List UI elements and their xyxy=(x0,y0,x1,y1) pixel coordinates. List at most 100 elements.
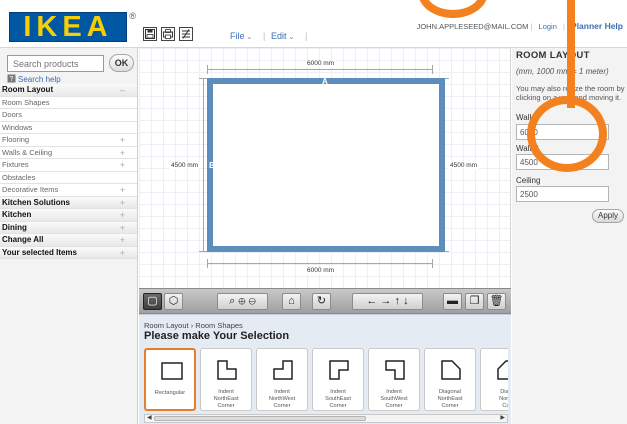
delete-button[interactable]: 🗑 xyxy=(487,293,506,310)
zoom-fit-icon[interactable]: ⌕ xyxy=(229,295,235,307)
left-dimension-line xyxy=(203,78,204,252)
indent-sw-shape-icon xyxy=(385,360,405,380)
room-outline[interactable] xyxy=(207,78,445,252)
expand-icon[interactable]: + xyxy=(120,209,125,222)
breadcrumb: Room Layout › Room Shapes xyxy=(144,321,243,330)
indent-se-shape-icon xyxy=(329,360,349,380)
shape-list: Rectangular Indent NorthEast Corner Inde… xyxy=(144,348,508,413)
sidebar-item-kitchen[interactable]: Kitchen + xyxy=(0,209,137,222)
shape-label: Indent NorthWest Corner xyxy=(268,389,296,409)
shape-diagonal-northwest[interactable]: Diag North Co xyxy=(480,348,508,411)
sidebar-item-windows[interactable]: Windows xyxy=(0,121,137,134)
expand-icon[interactable]: + xyxy=(120,247,125,260)
horizontal-scrollbar[interactable]: ◀ ▶ xyxy=(144,414,508,423)
zoom-out-icon[interactable]: ⊖ xyxy=(249,295,256,307)
dimension-tick xyxy=(432,259,433,268)
measure-button[interactable]: ▬ xyxy=(443,293,462,310)
sidebar-item-label: Your selected Items xyxy=(2,247,77,257)
sidebar-item-label: Fixtures xyxy=(2,160,29,169)
collapse-icon[interactable]: – xyxy=(120,84,125,97)
right-dimension-label: 4500 mm xyxy=(448,162,480,169)
sidebar-item-room-shapes[interactable]: Room Shapes xyxy=(0,96,137,109)
3d-view-button[interactable]: ⬡ xyxy=(164,293,183,310)
shape-indent-southwest[interactable]: Indent SouthWest Corner xyxy=(368,348,420,411)
sidebar-item-change-all[interactable]: Change All + xyxy=(0,234,137,247)
search-input[interactable] xyxy=(7,55,104,72)
expand-icon[interactable]: + xyxy=(120,197,125,210)
home-view-button[interactable]: ⌂ xyxy=(282,293,301,310)
expand-icon[interactable]: + xyxy=(120,234,125,247)
wall-b-label[interactable]: B xyxy=(209,161,215,170)
scroll-thumb[interactable] xyxy=(154,416,366,421)
sidebar-item-fixtures[interactable]: Fixtures + xyxy=(0,159,137,172)
copy-button[interactable]: ❐ xyxy=(465,293,484,310)
rotate-button[interactable]: ↻ xyxy=(312,293,331,310)
file-menu[interactable]: File ⌄ xyxy=(230,31,252,41)
arrow-right-icon[interactable]: → xyxy=(380,295,391,307)
login-link[interactable]: Login xyxy=(539,22,557,31)
shape-indent-northeast[interactable]: Indent NorthEast Corner xyxy=(200,348,252,411)
home-icon: ⌂ xyxy=(288,295,295,307)
top-bar: IKEA ® File ⌄ | Edit ⌄ | JOHN.APPLESEED@MA… xyxy=(0,0,627,48)
expand-icon[interactable]: + xyxy=(120,159,125,172)
sidebar-item-label: Kitchen Solutions xyxy=(2,197,70,207)
arrow-down-icon[interactable]: ↓ xyxy=(403,295,409,307)
sidebar-item-dining[interactable]: Dining + xyxy=(0,221,137,235)
shape-label: Rectangular xyxy=(154,390,186,396)
sidebar-item-flooring[interactable]: Flooring + xyxy=(0,134,137,147)
floor-plan-view-button[interactable]: ▢ xyxy=(143,293,162,310)
wall-a-label[interactable]: A xyxy=(322,77,328,86)
zoom-in-icon[interactable]: ⊕ xyxy=(238,295,245,307)
shape-diagonal-northeast[interactable]: Diagonal NorthEast Corner xyxy=(424,348,476,411)
shape-picker: Room Layout › Room Shapes Please make Yo… xyxy=(139,314,511,424)
sidebar-item-selected-items[interactable]: Your selected Items + xyxy=(0,246,137,260)
ceiling-input[interactable] xyxy=(516,186,609,202)
room-canvas[interactable]: 6000 mm 6000 mm 4500 mm 4500 mm A B xyxy=(139,48,511,288)
separator: | xyxy=(530,22,533,31)
arrow-up-icon[interactable]: ↑ xyxy=(395,295,401,307)
sidebar-item-obstacles[interactable]: Obstacles xyxy=(0,171,137,184)
save-icon[interactable] xyxy=(143,27,157,41)
panel-title: ROOM LAYOUT xyxy=(516,50,590,61)
shape-indent-northwest[interactable]: Indent NorthWest Corner xyxy=(256,348,308,411)
arrow-left-icon[interactable]: ← xyxy=(366,295,377,307)
ruler-icon: ▬ xyxy=(447,295,458,307)
scroll-right-icon[interactable]: ▶ xyxy=(500,415,505,422)
ikea-logo[interactable]: IKEA ® xyxy=(9,10,136,43)
expand-icon[interactable]: + xyxy=(120,147,125,160)
diagonal-ne-shape-icon xyxy=(441,360,461,380)
apply-button[interactable]: Apply xyxy=(592,209,624,223)
chevron-down-icon: ⌄ xyxy=(288,34,295,41)
shape-label: Indent SouthWest Corner xyxy=(380,389,408,409)
expand-icon[interactable]: + xyxy=(120,184,125,197)
shape-indent-southeast[interactable]: Indent SouthEast Corner xyxy=(312,348,364,411)
highlight-circle-wall-inputs xyxy=(527,96,607,172)
picker-title: Please make Your Selection xyxy=(144,330,290,342)
shape-rectangular[interactable]: Rectangular xyxy=(144,348,196,411)
edit-menu[interactable]: Edit ⌄ xyxy=(271,31,294,41)
sidebar-item-doors[interactable]: Doors xyxy=(0,109,137,122)
expand-icon[interactable]: + xyxy=(120,134,125,147)
sidebar-item-walls-ceiling[interactable]: Walls & Ceiling + xyxy=(0,146,137,160)
search-ok-button[interactable]: OK xyxy=(109,54,134,72)
separator: | xyxy=(562,22,565,31)
expand-icon[interactable]: + xyxy=(120,222,125,235)
copy-icon: ❐ xyxy=(469,295,480,307)
planner-help-link[interactable]: Planner Help xyxy=(571,21,623,31)
print-icon[interactable] xyxy=(161,27,175,41)
help-icon: ? xyxy=(7,74,16,83)
scroll-left-icon[interactable]: ◀ xyxy=(147,415,152,422)
logo-text: IKEA xyxy=(23,10,113,43)
top-dimension-label: 6000 mm xyxy=(305,60,337,67)
settings-icon[interactable] xyxy=(179,27,193,41)
sidebar-item-decorative-items[interactable]: Decorative Items + xyxy=(0,184,137,197)
left-dimension-label: 4500 mm xyxy=(169,162,201,169)
user-email: JOHN.APPLESEED@MAIL.COM xyxy=(416,22,529,31)
diagonal-nw-shape-icon xyxy=(497,360,508,380)
sidebar-item-room-layout[interactable]: Room Layout – xyxy=(0,84,137,97)
sidebar-item-kitchen-solutions[interactable]: Kitchen Solutions + xyxy=(0,196,137,210)
chevron-down-icon: ⌄ xyxy=(246,34,253,41)
search-help-link[interactable]: Search help xyxy=(18,75,61,84)
cube-icon: ⬡ xyxy=(168,295,179,307)
rectangle-shape-icon xyxy=(161,362,183,380)
